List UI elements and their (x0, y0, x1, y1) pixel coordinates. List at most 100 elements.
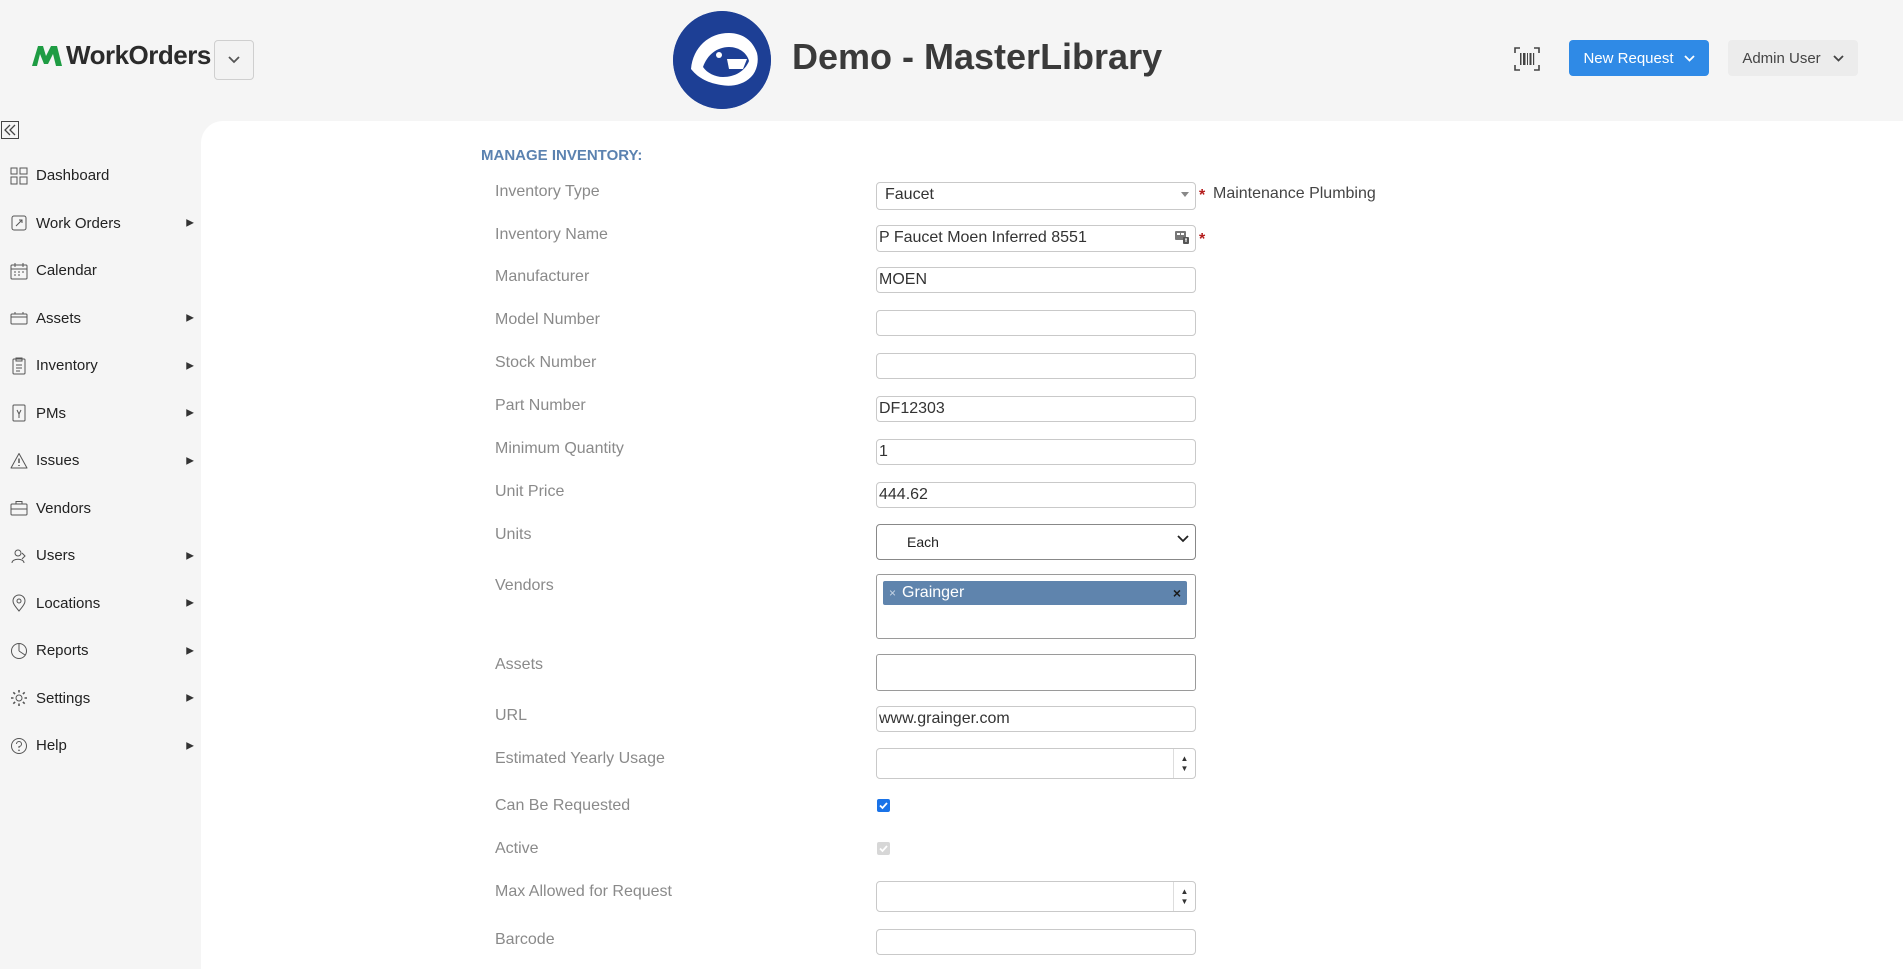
caret-right-icon: ▶ (186, 217, 194, 229)
user-name: Admin User (1742, 49, 1821, 67)
sidebar-item-issues[interactable]: Issues ▶ (0, 437, 200, 485)
sidebar-item-label: PMs (36, 404, 66, 422)
users-icon (11, 549, 26, 563)
new-request-button[interactable]: New Request (1569, 40, 1709, 76)
sidebar-item-calendar[interactable]: Calendar (0, 247, 200, 295)
sidebar-nav: Dashboard Work Orders ▶ Calendar Assets … (0, 152, 200, 770)
location-pin-icon (12, 594, 26, 613)
app-name: WorkOrders (66, 40, 211, 70)
spinner-up-icon[interactable]: ▲ (1181, 887, 1189, 897)
units-value: Each (907, 534, 939, 550)
minimum-quantity-label: Minimum Quantity (495, 440, 624, 457)
caret-right-icon: ▶ (186, 740, 194, 752)
inventory-type-category: Maintenance Plumbing (1213, 185, 1376, 202)
vendor-tag-label: Grainger (902, 584, 965, 601)
remove-tag-icon[interactable]: × (889, 586, 896, 600)
required-marker: * (1199, 231, 1206, 248)
sidebar-item-settings[interactable]: Settings ▶ (0, 675, 200, 723)
spinner-up-icon[interactable]: ▲ (1181, 754, 1189, 764)
sidebar-item-assets[interactable]: Assets ▶ (0, 295, 200, 343)
stock-number-input[interactable] (876, 353, 1196, 379)
model-number-input[interactable] (876, 310, 1196, 336)
spinner-down-icon[interactable]: ▼ (1181, 764, 1189, 774)
barcode-input[interactable] (876, 929, 1196, 955)
active-checkbox (877, 842, 890, 855)
url-input[interactable]: www.grainger.com (876, 706, 1196, 732)
sidebar-item-label: Dashboard (36, 167, 110, 185)
vendor-tag: × Grainger × (883, 581, 1187, 605)
required-marker: * (1199, 187, 1206, 204)
assets-label: Assets (495, 656, 544, 673)
caret-right-icon: ▶ (186, 407, 194, 419)
url-label: URL (495, 707, 528, 724)
chevron-down-icon (1833, 54, 1844, 62)
sidebar-item-inventory[interactable]: Inventory ▶ (0, 342, 200, 390)
warning-icon (10, 452, 28, 469)
panther-mascot-icon (673, 11, 771, 109)
can-be-requested-label: Can Be Requested (495, 797, 631, 814)
inventory-type-value: Faucet (885, 186, 934, 203)
caret-right-icon: ▶ (186, 455, 194, 467)
sidebar-item-locations[interactable]: Locations ▶ (0, 580, 200, 628)
minimum-quantity-input[interactable]: 1 (876, 439, 1196, 465)
chevron-down-icon (1683, 54, 1695, 62)
assets-multiselect[interactable] (876, 654, 1196, 691)
sidebar-item-vendors[interactable]: Vendors (0, 485, 200, 533)
active-label: Active (495, 840, 539, 857)
inventory-type-select[interactable]: Faucet (876, 182, 1196, 210)
estimated-yearly-usage-input[interactable]: ▲ ▼ (876, 748, 1196, 779)
caret-right-icon: ▶ (186, 597, 194, 609)
manufacturer-input[interactable]: MOEN (876, 267, 1196, 293)
sidebar-item-label: Inventory (36, 357, 98, 375)
sidebar-item-label: Work Orders (36, 214, 121, 232)
barcode-label: Barcode (495, 931, 555, 948)
pms-icon (12, 404, 26, 422)
sidebar-item-reports[interactable]: Reports ▶ (0, 627, 200, 675)
inventory-type-label: Inventory Type (495, 183, 600, 200)
can-be-requested-checkbox[interactable] (877, 799, 890, 812)
clear-selection-icon[interactable]: × (1173, 585, 1181, 601)
caret-right-icon: ▶ (186, 550, 194, 562)
work-orders-icon (11, 215, 27, 231)
user-menu-button[interactable]: Admin User (1728, 40, 1858, 76)
sidebar-item-dashboard[interactable]: Dashboard (0, 152, 200, 200)
sidebar-item-work-orders[interactable]: Work Orders ▶ (0, 200, 200, 248)
dropdown-caret-icon (1181, 192, 1189, 197)
caret-right-icon: ▶ (186, 692, 194, 704)
sidebar-item-users[interactable]: Users ▶ (0, 532, 200, 580)
unit-price-input[interactable]: 444.62 (876, 482, 1196, 508)
checkmark-icon (879, 845, 888, 853)
units-label: Units (495, 526, 532, 543)
sidebar-item-pms[interactable]: PMs ▶ (0, 390, 200, 438)
unit-price-label: Unit Price (495, 483, 565, 500)
org-switcher-button[interactable] (214, 40, 254, 80)
part-number-input[interactable]: DF12303 (876, 396, 1196, 422)
estimated-yearly-usage-label: Estimated Yearly Usage (495, 750, 665, 767)
app-logo[interactable]: WorkOrders (30, 40, 211, 71)
barcode-scan-icon[interactable] (1514, 47, 1540, 71)
assets-icon (10, 312, 28, 325)
caret-right-icon: ▶ (186, 312, 194, 324)
collapse-sidebar-icon[interactable] (1, 121, 19, 139)
organization-title: Demo - MasterLibrary (792, 36, 1163, 77)
vendors-multiselect[interactable]: × Grainger × (876, 574, 1196, 639)
units-select[interactable]: Each (876, 524, 1196, 560)
sidebar-item-label: Users (36, 547, 76, 565)
sidebar-item-label: Calendar (36, 262, 97, 280)
dashboard-icon (10, 167, 28, 185)
number-spinner[interactable]: ▲ ▼ (1173, 749, 1195, 778)
sidebar-item-label: Issues (36, 452, 80, 470)
sidebar-item-label: Assets (36, 309, 82, 327)
number-spinner[interactable]: ▲ ▼ (1173, 882, 1195, 911)
chevron-down-icon (228, 56, 240, 64)
sidebar-item-label: Reports (36, 642, 89, 660)
auto-name-icon[interactable] (1174, 229, 1190, 245)
sidebar-item-help[interactable]: Help ▶ (0, 722, 200, 770)
help-icon (11, 737, 27, 754)
inventory-name-input[interactable]: P Faucet Moen Inferred 8551 (876, 225, 1196, 252)
max-allowed-input[interactable]: ▲ ▼ (876, 881, 1196, 912)
checkmark-icon (879, 802, 888, 810)
spinner-down-icon[interactable]: ▼ (1181, 897, 1189, 907)
calendar-icon (10, 262, 28, 280)
max-allowed-label: Max Allowed for Request (495, 883, 672, 900)
